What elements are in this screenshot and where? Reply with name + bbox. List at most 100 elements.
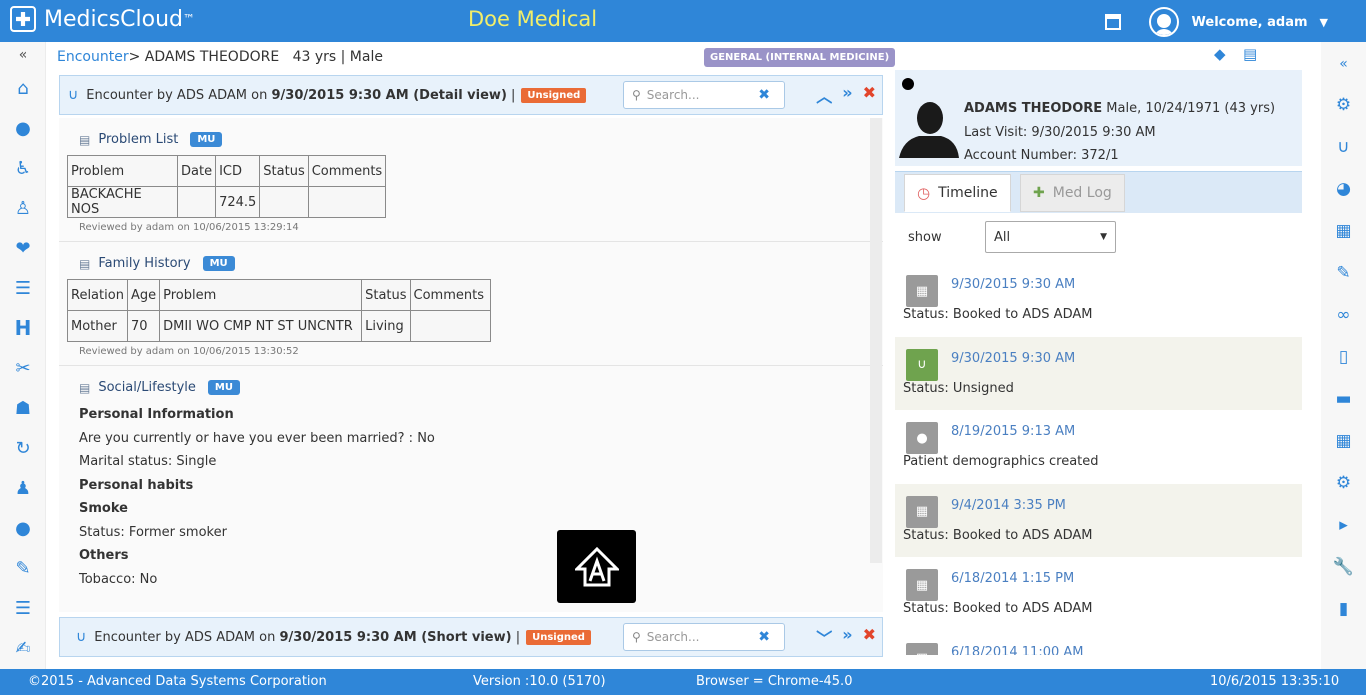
family-history-title[interactable]: Family History [98, 256, 190, 271]
document-icon: ▤ [79, 380, 91, 395]
timeline-date[interactable]: 6/18/2014 1:15 PM [951, 571, 1074, 586]
clipboard-icon[interactable]: ▤ [1243, 45, 1257, 63]
calendar-icon: ▦ [906, 642, 938, 655]
patient-summary: ADAMS THEODORE Male, 10/24/1971 (43 yrs)… [895, 70, 1302, 166]
double-chevron-right-icon[interactable]: » [842, 83, 852, 107]
search-input[interactable]: ⚲ Search... ✖ [623, 81, 785, 109]
vitals-icon[interactable]: ❤ [0, 228, 46, 268]
upload-logo-icon [574, 546, 619, 586]
tag-icon[interactable]: ◆ [1214, 45, 1226, 63]
timeline-date[interactable]: 9/30/2015 9:30 AM [951, 277, 1075, 292]
problem-table: Problem Date ICD Status Comments BACKACH… [67, 155, 387, 218]
close-icon[interactable]: ✖ [863, 625, 876, 649]
clear-search-icon[interactable]: ✖ [758, 87, 770, 103]
social-lifestyle-section: ▤ Social/Lifestyle MU Personal Informati… [59, 366, 883, 599]
book-icon[interactable]: ▮ [1321, 588, 1366, 630]
tab-timeline[interactable]: ◷ Timeline [904, 174, 1011, 212]
notes-edit-icon[interactable]: ✍ [0, 628, 46, 668]
wheelchair-icon[interactable]: ♿ [0, 148, 46, 188]
table-cell: BACKACHE NOS [67, 186, 178, 218]
subheading: Personal habits [79, 477, 194, 493]
hospital-icon[interactable]: H [0, 308, 46, 348]
timeline-item[interactable]: ▦ 9/30/2015 9:30 AM Status: Booked to AD… [895, 263, 1302, 337]
timeline-item[interactable]: ▦ 9/4/2014 3:35 PM Status: Booked to ADS… [895, 483, 1302, 557]
last-visit: Last Visit: 9/30/2015 9:30 AM [964, 124, 1156, 140]
timeline-date[interactable]: 6/18/2014 11:00 AM [951, 645, 1084, 656]
gears-icon[interactable]: ⚙ [1321, 462, 1366, 504]
clear-search-icon[interactable]: ✖ [758, 629, 770, 645]
stethoscope-icon[interactable]: ∪ [1321, 126, 1366, 168]
timeline-item[interactable]: ∪ 9/30/2015 9:30 AM Status: Unsigned [895, 336, 1302, 410]
document-icon: ▤ [79, 132, 91, 147]
dropdown-arrow-icon: ▼ [1100, 232, 1107, 242]
chevron-up-icon[interactable]: ︿ [816, 83, 832, 107]
specialty-badge: GENERAL (INTERNAL MEDICINE) [704, 48, 896, 67]
account-number: Account Number: 372/1 [964, 148, 1119, 163]
timeline-date[interactable]: 9/30/2015 9:30 AM [951, 351, 1075, 366]
patient-photo-icon [899, 102, 959, 158]
timeline-item[interactable]: ▦ 6/18/2014 11:00 AM [895, 631, 1302, 656]
procedure-icon[interactable]: ✂ [0, 348, 46, 388]
tab-medlog-label: Med Log [1052, 185, 1112, 201]
social-title[interactable]: Social/Lifestyle [98, 380, 196, 395]
link-icon[interactable]: ∞ [1321, 294, 1366, 336]
chevron-down-icon[interactable]: ﹀ [816, 625, 832, 649]
table-cell [259, 186, 309, 218]
calendar-icon: ▦ [906, 275, 938, 307]
app-logo[interactable]: MedicsCloud ™ [10, 6, 195, 32]
table-cell: 70 [126, 310, 161, 342]
timeline-status: Status: Booked to ADS ADAM [903, 527, 1093, 543]
user-avatar-icon[interactable] [1148, 7, 1179, 37]
list-icon[interactable]: ☰ [0, 268, 46, 308]
problem-list-title[interactable]: Problem List [98, 132, 178, 147]
doctor-icon[interactable]: ♙ [0, 188, 46, 228]
table-cell: Living [361, 310, 411, 342]
breadcrumb-age: 43 yrs [292, 49, 337, 65]
timeline-item[interactable]: ▦ 6/18/2014 1:15 PM Status: Booked to AD… [895, 557, 1302, 631]
tab-medlog[interactable]: ✚ Med Log [1020, 174, 1125, 212]
show-filter-value: All [994, 229, 1011, 245]
card-icon[interactable]: ▬ [1321, 378, 1366, 420]
injection-icon[interactable]: ✎ [0, 548, 46, 588]
calendar-icon[interactable] [1104, 14, 1121, 30]
encounter-content: ▤ Problem List MU Problem Date ICD Statu… [59, 118, 883, 612]
welcome-text[interactable]: Welcome, adam [1192, 15, 1308, 30]
dashboard-icon[interactable]: ◕ [1321, 168, 1366, 210]
calendar-icon[interactable]: ▦ [1321, 210, 1366, 252]
patient-icon[interactable]: ● [0, 108, 46, 148]
search-input[interactable]: ⚲ Search... ✖ [623, 623, 785, 651]
body-icon[interactable]: ♟ [0, 468, 46, 508]
close-icon[interactable]: ✖ [863, 83, 876, 107]
content-scrollbar[interactable] [870, 118, 882, 563]
table-cell: Mother [67, 310, 128, 342]
social-line: Marital status: Single [79, 454, 217, 469]
nutrition-icon[interactable]: ● [0, 508, 46, 548]
sync-icon[interactable]: ↻ [0, 428, 46, 468]
encounter-link[interactable]: Encounter [57, 49, 129, 65]
show-filter-select[interactable]: All ▼ [985, 221, 1116, 253]
double-chevron-right-icon[interactable]: » [842, 625, 852, 649]
collapse-right-icon[interactable]: « [1321, 44, 1366, 84]
current-datetime: 10/6/2015 13:35:10 [1210, 674, 1340, 689]
edit-icon[interactable]: ✎ [1321, 252, 1366, 294]
table-header: Status [259, 155, 309, 187]
timeline-item[interactable]: ● 8/19/2015 9:13 AM Patient demographics… [895, 410, 1302, 484]
org-name: Doe Medical [468, 7, 598, 31]
chevron-down-icon[interactable]: ▼ [1320, 16, 1328, 29]
orders-list-icon[interactable]: ☰ [0, 588, 46, 628]
wrench-icon[interactable]: 🔧 [1321, 546, 1366, 588]
subheading: Others [79, 548, 129, 563]
play-icon[interactable]: ▸ [1321, 504, 1366, 546]
mobile-icon[interactable]: ▯ [1321, 336, 1366, 378]
timeline-date[interactable]: 8/19/2015 9:13 AM [951, 424, 1075, 439]
timeline-date[interactable]: 9/4/2014 3:35 PM [951, 498, 1066, 513]
home-icon[interactable]: ⌂ [0, 68, 46, 108]
collapse-left-icon[interactable]: « [0, 42, 46, 68]
grid-icon[interactable]: ▦ [1321, 420, 1366, 462]
subheading: Smoke [79, 501, 128, 516]
overlay-app-logo [557, 530, 636, 603]
browser-info: Browser = Chrome-45.0 [696, 674, 853, 689]
breadcrumb-sex: Male [349, 49, 383, 65]
settings-icon[interactable]: ⚙ [1321, 84, 1366, 126]
family-icon[interactable]: ☗ [0, 388, 46, 428]
